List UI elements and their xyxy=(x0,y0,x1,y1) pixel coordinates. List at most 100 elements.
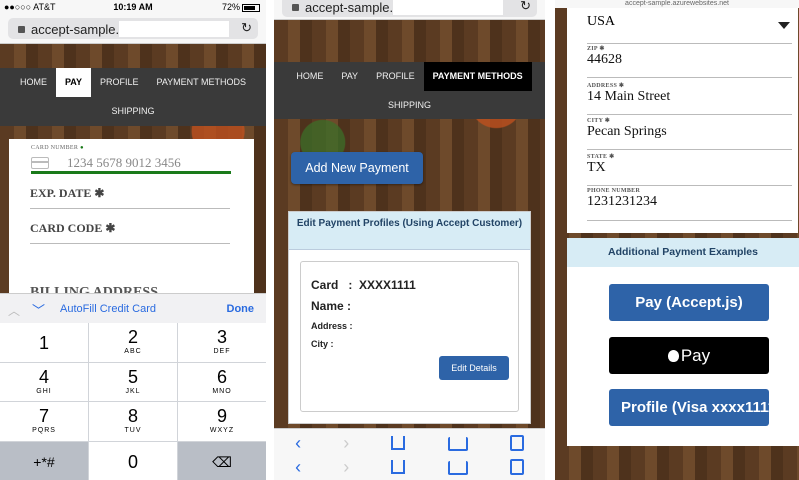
card-number-label: CARD NUMBER ● xyxy=(31,145,231,151)
key-3[interactable]: 3 DEF xyxy=(178,323,266,362)
card-label: Card xyxy=(311,278,339,292)
battery-icon xyxy=(242,3,260,12)
phone-number-field[interactable]: PHONE NUMBER 1231231234 xyxy=(587,188,792,221)
card-value: XXXX1111 xyxy=(359,278,416,292)
key-2[interactable]: 2 ABC xyxy=(89,323,177,362)
profile-visa-button[interactable]: Profile (Visa xxxx1111) xyxy=(609,389,769,426)
state-value: TX xyxy=(587,160,606,175)
pay-acceptjs-button[interactable]: Pay (Accept.js) xyxy=(609,284,769,321)
apple-logo-icon xyxy=(667,350,679,362)
reload-icon[interactable]: ↻ xyxy=(520,0,531,14)
address-label: Address : xyxy=(311,321,353,331)
nav-shipping[interactable]: SHIPPING xyxy=(102,97,163,126)
nav-payment-methods[interactable]: PAYMENT METHODS xyxy=(423,62,532,91)
key-6[interactable]: 6 MNO xyxy=(178,362,266,401)
card-row: Card : XXXX1111 xyxy=(311,278,416,292)
address-field[interactable]: ADDRESS ✱ 14 Main Street xyxy=(587,82,792,115)
nav-home[interactable]: HOME xyxy=(287,62,332,91)
key-digit: 1 xyxy=(38,333,49,353)
tabs-icon-ghost xyxy=(509,459,524,475)
nav-shipping[interactable]: SHIPPING xyxy=(379,91,440,120)
tabs-icon[interactable] xyxy=(509,435,524,451)
key-letters: GHI xyxy=(36,387,52,395)
key-letters: TUV xyxy=(124,427,142,434)
key-0[interactable]: 0 xyxy=(89,441,177,480)
zip-field[interactable]: ZIP ✱ 44628 xyxy=(587,45,792,78)
key-delete[interactable]: ⌫ xyxy=(178,441,266,480)
card-number-input[interactable]: 1234 5678 9012 3456 xyxy=(31,152,231,174)
city-value: Pecan Springs xyxy=(587,124,667,139)
zip-label: ZIP ✱ xyxy=(587,46,605,52)
chevron-down-icon[interactable]: ﹀ xyxy=(32,300,45,319)
status-bar: ●●○○○ AT&T 10:19 AM 72% xyxy=(0,0,266,14)
key-7[interactable]: 7 PQRS xyxy=(0,402,88,441)
exp-date-field[interactable]: EXP. DATE ✱ xyxy=(30,181,230,209)
autofill-credit-card-button[interactable]: AutoFill Credit Card xyxy=(60,303,156,315)
main-nav: HOME PAY PROFILE PAYMENT METHODS SHIPPIN… xyxy=(0,68,266,126)
bookmarks-icon-ghost xyxy=(447,461,468,475)
phone-pay-screen: ●●○○○ AT&T 10:19 AM 72% accept-sample. ↻… xyxy=(0,0,266,480)
nav-pay[interactable]: PAY xyxy=(332,62,367,91)
reload-icon[interactable]: ↻ xyxy=(241,20,252,36)
zip-value: 44628 xyxy=(587,52,622,67)
nav-home[interactable]: HOME xyxy=(11,68,56,97)
url-field[interactable]: accept-sample. ↻ xyxy=(8,18,258,39)
card-separator: : xyxy=(348,278,353,292)
url-text: accept-sample. xyxy=(305,0,394,15)
nav-profile[interactable]: PROFILE xyxy=(91,68,148,97)
key-5[interactable]: 5 JKL xyxy=(89,362,177,401)
back-icon[interactable]: ‹ xyxy=(295,433,301,454)
exp-date-label: EXP. DATE xyxy=(30,186,92,200)
nav-pay[interactable]: PAY xyxy=(55,68,91,97)
city-field[interactable]: CITY ✱ Pecan Springs xyxy=(587,117,792,150)
key-letters: WXYZ xyxy=(209,427,235,434)
key-digit: 8 xyxy=(127,406,138,426)
forward-icon: › xyxy=(343,433,350,453)
state-label: STATE ✱ xyxy=(587,154,615,160)
key-letters: JKL xyxy=(125,387,141,395)
card-number-field[interactable]: CARD NUMBER ● 1234 5678 9012 3456 xyxy=(31,145,231,174)
apple-pay-label: Pay xyxy=(680,346,711,365)
key-letters: ABC xyxy=(124,348,142,355)
key-letters: DEF xyxy=(213,348,231,355)
key-4[interactable]: 4 GHI xyxy=(0,362,88,401)
country-select[interactable]: USA xyxy=(587,14,792,44)
keyboard-accessory-bar: ︿ ﹀ AutoFill Credit Card Done xyxy=(0,293,266,323)
key-8[interactable]: 8 TUV xyxy=(89,402,177,441)
url-text: accept-sample.azurewebsites.net xyxy=(555,0,799,8)
additional-payment-examples-panel: Additional Payment Examples Pay (Accept.… xyxy=(567,238,799,446)
key-symbols[interactable]: +*# xyxy=(0,441,88,480)
required-marker: ● xyxy=(79,145,84,151)
share-icon[interactable] xyxy=(391,436,406,450)
lock-icon xyxy=(18,26,25,33)
phone-shipping-screen: accept-sample.azurewebsites.net USA ZIP … xyxy=(555,0,799,480)
key-1[interactable]: 1 xyxy=(0,323,88,362)
nav-profile[interactable]: PROFILE xyxy=(367,62,424,91)
payment-form: CARD NUMBER ● 1234 5678 9012 3456 EXP. D… xyxy=(9,139,254,309)
url-mask xyxy=(119,21,230,37)
address-label: ADDRESS ✱ xyxy=(587,83,625,89)
key-digit: 7 xyxy=(38,406,49,426)
edit-details-button[interactable]: Edit Details xyxy=(439,356,509,380)
bookmarks-icon[interactable] xyxy=(447,437,468,451)
key-digit: 6 xyxy=(216,366,227,387)
nav-payment-methods[interactable]: PAYMENT METHODS xyxy=(148,68,256,97)
key-digit: +*# xyxy=(33,453,55,470)
payment-profile-card: Card : XXXX1111 Name : Address : City : … xyxy=(300,261,519,412)
numeric-keypad: 1 2 ABC 3 DEF 4 GHI 5 JKL 6 MNO 7 PQRS 8 TUV 9W… xyxy=(0,323,266,480)
state-field[interactable]: STATE ✱ TX xyxy=(587,153,792,186)
chevron-up-icon[interactable]: ︿ xyxy=(8,302,20,319)
phone-number-value: 1231231234 xyxy=(587,194,657,209)
panel-title: Additional Payment Examples xyxy=(567,238,799,267)
key-9[interactable]: 9 WXYZ xyxy=(178,402,266,441)
url-field[interactable]: accept-sample. ↻ xyxy=(282,0,537,17)
country-value: USA xyxy=(587,14,616,29)
card-code-field[interactable]: CARD CODE ✱ xyxy=(30,216,230,244)
done-button[interactable]: Done xyxy=(227,303,255,315)
forward-icon-ghost: › xyxy=(343,457,350,477)
key-digit: 0 xyxy=(127,451,138,472)
apple-pay-button[interactable]: Pay xyxy=(609,337,769,374)
credit-card-icon xyxy=(31,157,49,169)
add-new-payment-button[interactable]: Add New Payment xyxy=(291,152,423,184)
edit-payment-profiles-panel: Edit Payment Profiles (Using Accept Cust… xyxy=(288,211,531,424)
